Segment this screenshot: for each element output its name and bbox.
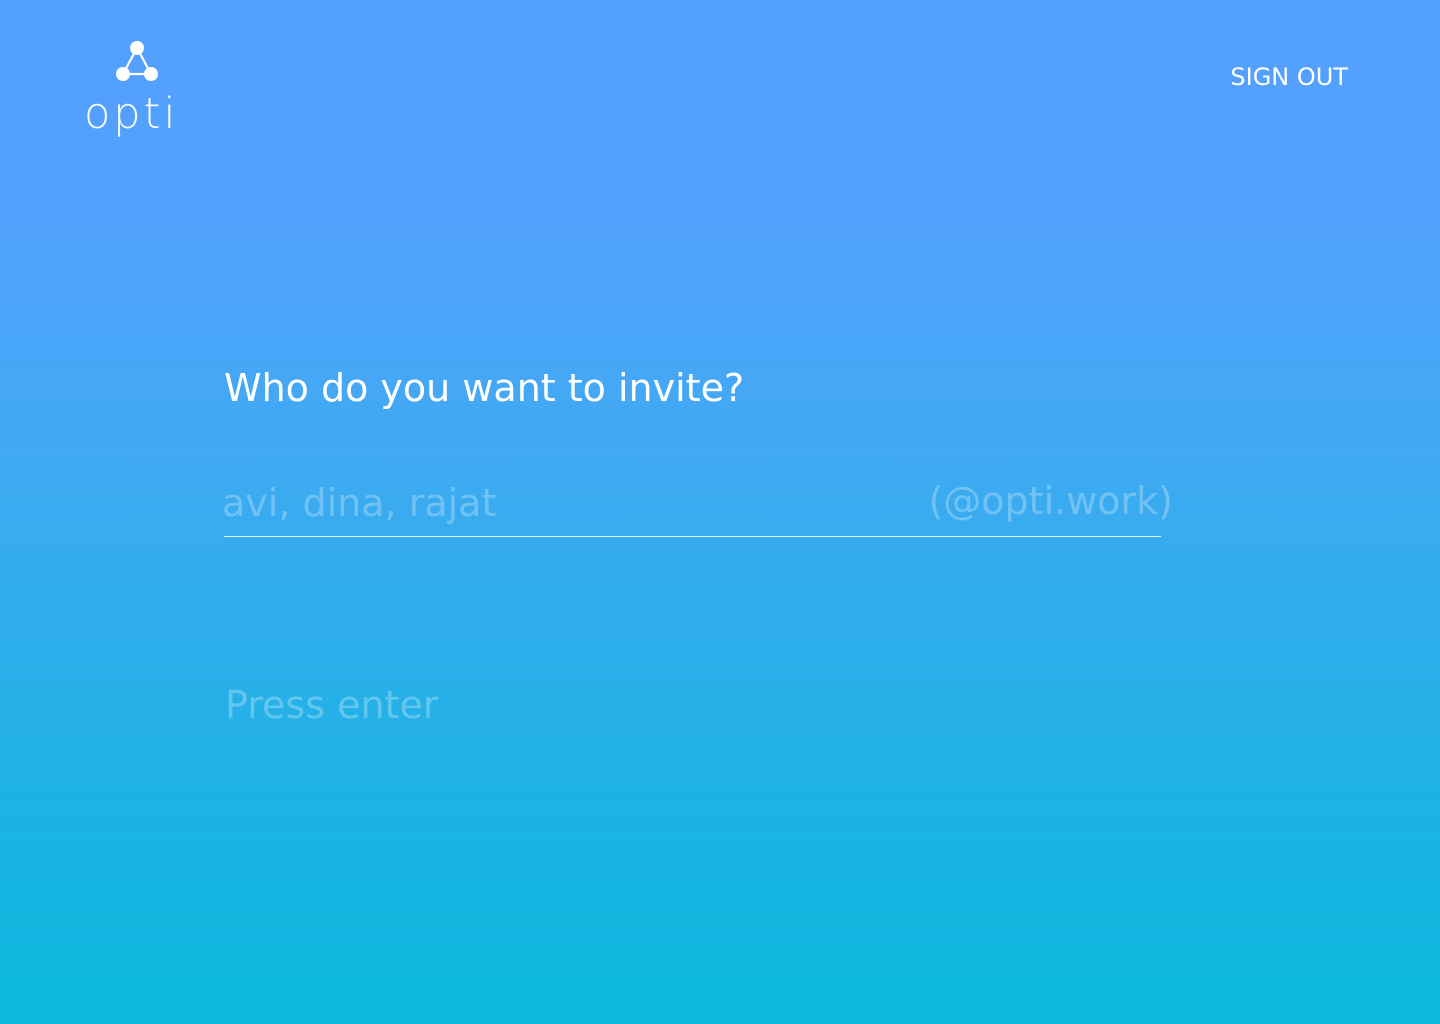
invite-field: (@opti.work) — [222, 476, 1173, 537]
logo-wordmark: opti — [84, 89, 179, 139]
sign-out-link[interactable]: SIGN OUT — [1230, 63, 1348, 91]
network-triangle-icon — [116, 41, 158, 81]
opti-logo[interactable]: opti — [84, 40, 188, 148]
invite-input[interactable] — [222, 476, 912, 530]
invite-question: Who do you want to invite? — [224, 366, 745, 410]
email-domain-suffix: (@opti.work) — [928, 479, 1173, 523]
press-enter-hint: Press enter — [225, 683, 439, 727]
